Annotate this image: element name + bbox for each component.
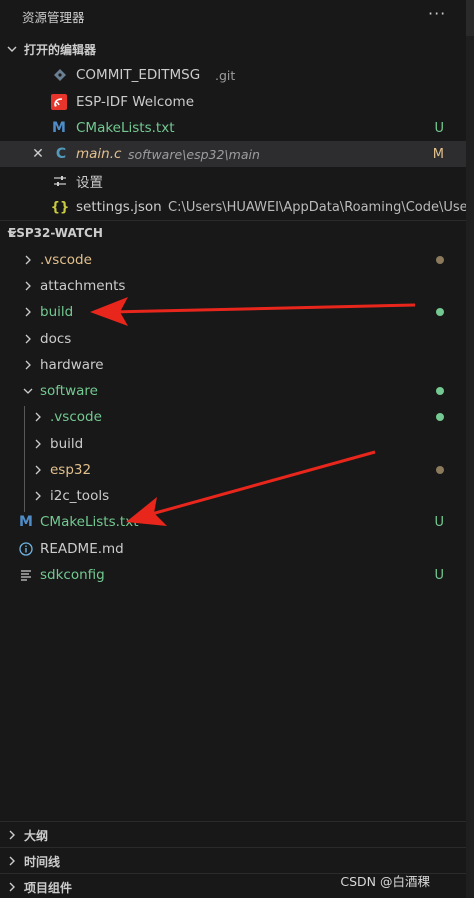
annotation-arrows [90, 297, 416, 526]
arrow-to-build-icon [90, 297, 416, 326]
arrow-to-cmakelists-icon [126, 450, 376, 526]
